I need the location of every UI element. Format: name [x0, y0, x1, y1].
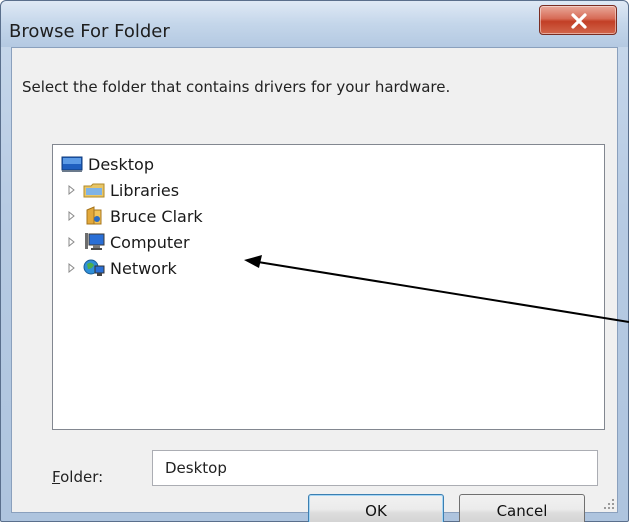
tree-item-label: Libraries [110, 180, 180, 200]
title-bar[interactable]: Browse For Folder [1, 1, 628, 47]
expand-arrow-icon[interactable] [65, 235, 79, 249]
folder-label-rest: older: [60, 468, 104, 486]
dialog-body: Select the folder that contains drivers … [11, 47, 618, 522]
close-icon [571, 13, 587, 29]
computer-icon [85, 233, 105, 250]
resize-grip-icon[interactable] [603, 498, 615, 510]
folder-tree[interactable]: Desktop Libraries Bruce Clark Computer N… [52, 144, 605, 430]
tree-item-libraries[interactable]: Libraries [65, 177, 179, 203]
ok-button[interactable]: OK [308, 494, 444, 522]
folder-label-accelerator: F [52, 468, 61, 486]
network-icon [83, 259, 105, 276]
tree-item-label: Network [110, 258, 177, 278]
tree-item-desktop[interactable]: Desktop [61, 151, 154, 177]
folder-input[interactable] [152, 450, 598, 486]
close-button[interactable] [539, 5, 617, 35]
folder-label: Folder: [52, 468, 103, 486]
expand-arrow-icon[interactable] [65, 183, 79, 197]
expand-arrow-icon[interactable] [65, 261, 79, 275]
user-folder-icon [86, 206, 102, 225]
cancel-button[interactable]: Cancel [459, 494, 585, 522]
instructions-text: Select the folder that contains drivers … [22, 78, 451, 96]
desktop-icon [61, 156, 83, 172]
tree-item-label: Desktop [88, 154, 154, 174]
window-title: Browse For Folder [9, 21, 170, 42]
tree-item-label: Bruce Clark [110, 206, 203, 226]
expand-arrow-icon[interactable] [65, 209, 79, 223]
tree-item-label: Computer [110, 232, 190, 252]
browse-for-folder-window: Browse For Folder Select the folder that… [0, 0, 629, 522]
libraries-icon [83, 183, 105, 198]
tree-item-computer[interactable]: Computer [65, 229, 190, 255]
tree-item-network[interactable]: Network [65, 255, 177, 281]
tree-item-bruce-clark[interactable]: Bruce Clark [65, 203, 203, 229]
